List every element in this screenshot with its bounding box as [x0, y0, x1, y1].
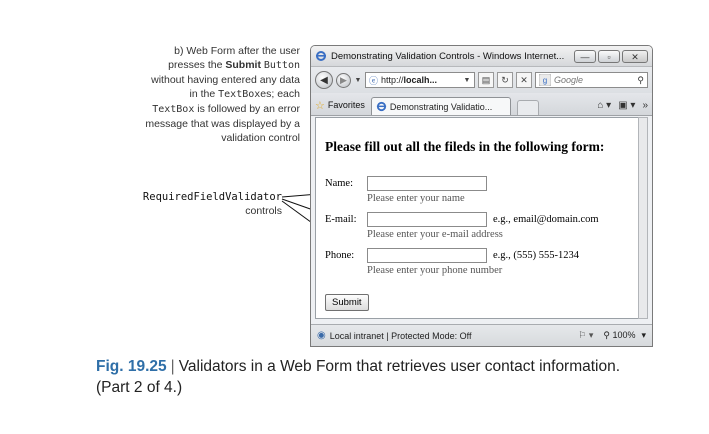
email-hint: e.g., email@domain.com [493, 214, 599, 225]
status-bar: ◉ Local intranet | Protected Mode: Off ⚐… [311, 324, 652, 346]
figure-number: Fig. 19.25 [96, 358, 167, 375]
feeds-icon[interactable]: ▣ ▾ [618, 100, 635, 111]
security-zone[interactable]: Local intranet | Protected Mode: Off [330, 331, 579, 341]
navigation-bar: ◀ ▶ ▼ ⓔ http://localh... ▼ ▤ ↻ ✕ g Googl… [311, 67, 652, 93]
forward-arrow-icon: ▶ [340, 74, 347, 85]
annotation-line: TextBox is followed by an error [152, 103, 300, 115]
window-title: Demonstrating Validation Controls - Wind… [331, 50, 565, 62]
refresh-button[interactable]: ↻ [497, 72, 513, 88]
favorites-star-icon: ☆ [315, 99, 325, 112]
browser-window: Demonstrating Validation Controls - Wind… [310, 45, 653, 347]
browser-tab[interactable]: Demonstrating Validatio... [370, 97, 511, 115]
phone-error-message: Please enter your phone number [367, 265, 503, 276]
favorites-label: Favorites [327, 100, 365, 110]
new-tab-button[interactable] [516, 100, 539, 115]
form-heading: Please fill out all the fileds in the fo… [325, 139, 605, 154]
stop-button[interactable]: ✕ [516, 72, 532, 88]
phone-label: Phone: [325, 250, 355, 261]
page-content: Please fill out all the fileds in the fo… [315, 117, 640, 319]
favorites-button[interactable]: ☆ Favorites [315, 95, 365, 115]
address-dropdown-icon[interactable]: ▼ [463, 77, 471, 84]
address-url: http://localh... [381, 75, 438, 85]
zoom-dropdown-icon[interactable]: ▾ [641, 330, 646, 341]
stop-icon: ✕ [520, 75, 528, 85]
caption-separator: | [170, 358, 175, 375]
email-input[interactable] [367, 212, 487, 227]
search-box[interactable]: g Google ⚲ [535, 72, 648, 88]
annotation-callout: b) Web Form after the user presses the S… [110, 44, 300, 145]
forward-button[interactable]: ▶ [336, 72, 351, 88]
more-tools-icon[interactable]: » [642, 100, 648, 111]
annotation-line: without having entered any data [151, 74, 300, 86]
title-bar: Demonstrating Validation Controls - Wind… [311, 46, 652, 67]
annotation-line: message that was displayed by a [145, 118, 300, 130]
page-icon: ⓔ [369, 75, 379, 86]
annotation-line: validation control [221, 132, 300, 144]
window-controls: — ▫ ✕ [574, 49, 648, 63]
compatibility-view-button[interactable]: ▤ [478, 72, 494, 88]
vertical-scrollbar[interactable] [638, 117, 648, 319]
back-button[interactable]: ◀ [315, 71, 333, 89]
back-arrow-icon: ◀ [320, 75, 328, 86]
intranet-globe-icon: ◉ [317, 330, 326, 341]
home-icon[interactable]: ⌂ ▾ [597, 100, 611, 111]
figure-caption: Fig. 19.25 | Validators in a Web Form that… [96, 356, 656, 398]
close-button[interactable]: ✕ [622, 49, 648, 63]
name-label: Name: [325, 178, 353, 189]
tab-bar: ☆ Favorites Demonstrating Validatio... ⌂… [311, 93, 652, 116]
annotation-line: presses the Submit Button [168, 59, 300, 71]
tab-label: Demonstrating Validatio... [389, 101, 493, 112]
zoom-level[interactable]: ⚲ 100% [603, 330, 635, 341]
minimize-button[interactable]: — [574, 49, 596, 63]
annotation-line: b) Web Form after the user [174, 45, 300, 57]
validator-callout: RequiredFieldValidator controls [96, 190, 282, 218]
svg-text:g: g [543, 76, 547, 85]
google-icon: g [539, 74, 551, 86]
history-dropdown-button[interactable]: ▼ [354, 77, 362, 84]
address-bar[interactable]: ⓔ http://localh... ▼ [365, 72, 475, 88]
protected-mode-icon[interactable]: ⚐ ▾ [578, 330, 593, 341]
maximize-button[interactable]: ▫ [598, 49, 620, 63]
ie-logo-icon [316, 51, 326, 61]
validator-callout-sub: controls [245, 205, 282, 217]
validator-callout-label: RequiredFieldValidator [142, 191, 282, 203]
email-error-message: Please enter your e-mail address [367, 229, 503, 240]
phone-hint: e.g., (555) 555-1234 [493, 250, 580, 261]
ie-tab-icon [376, 101, 386, 112]
command-bar: ⌂ ▾ ▣ ▾ » [597, 95, 648, 115]
annotation-line: in the TextBoxes; each [189, 88, 300, 100]
compatibility-icon: ▤ [481, 75, 491, 85]
search-placeholder: Google [554, 75, 584, 85]
submit-button[interactable]: Submit [325, 294, 369, 311]
refresh-icon: ↻ [501, 75, 509, 85]
name-input[interactable] [367, 176, 487, 191]
search-icon[interactable]: ⚲ [637, 75, 644, 86]
email-label: E-mail: [325, 214, 357, 225]
name-error-message: Please enter your name [367, 193, 465, 204]
phone-input[interactable] [367, 248, 487, 263]
